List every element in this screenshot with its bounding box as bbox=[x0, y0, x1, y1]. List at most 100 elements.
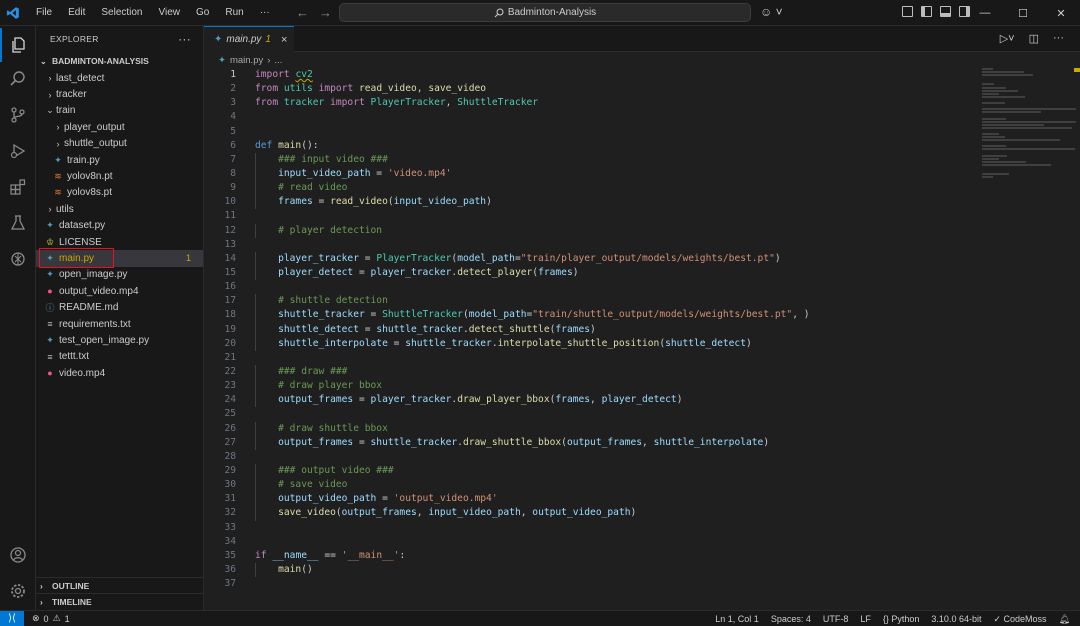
source-control-icon[interactable] bbox=[0, 98, 36, 132]
activity-bar bbox=[0, 26, 36, 610]
code-token: = bbox=[353, 436, 371, 448]
account-icon[interactable] bbox=[0, 538, 36, 572]
code-token: model_path bbox=[457, 252, 515, 264]
openai-chat-icon[interactable] bbox=[0, 242, 36, 276]
code-token: ) bbox=[486, 196, 492, 208]
tree-file[interactable]: ≡ requirements.txt bbox=[36, 316, 203, 332]
split-editor-icon[interactable]: ◫ bbox=[1029, 32, 1039, 45]
code-token: player_detect bbox=[278, 266, 354, 278]
vscode-logo-icon[interactable] bbox=[0, 0, 26, 26]
run-debug-icon[interactable] bbox=[0, 134, 36, 168]
code-token: read_video bbox=[359, 83, 417, 95]
tree-folder[interactable]: › utils bbox=[36, 201, 203, 217]
language-mode[interactable]: {} Python bbox=[883, 614, 920, 624]
more-actions-icon[interactable]: ··· bbox=[178, 32, 191, 46]
copilot-icon[interactable]: ☺ ˅ bbox=[760, 5, 783, 19]
extensions-icon[interactable] bbox=[0, 170, 36, 204]
timeline-section[interactable]: › TIMELINE bbox=[36, 593, 204, 609]
breadcrumb-file[interactable]: main.py bbox=[230, 55, 263, 66]
command-center-search[interactable]: Badminton-Analysis bbox=[339, 3, 751, 22]
code-token: player_tracker bbox=[370, 394, 452, 406]
tree-file[interactable]: ● video.mp4 bbox=[36, 365, 203, 381]
file-tree: › last_detect › tracker ⌄ train › player_output… bbox=[36, 70, 203, 381]
forward-arrow-icon[interactable]: → bbox=[319, 5, 332, 20]
explorer-title: EXPLORER bbox=[50, 34, 99, 44]
tree-file[interactable]: ✦ dataset.py bbox=[36, 218, 203, 234]
manage-gear-icon[interactable] bbox=[0, 574, 36, 608]
maximize-icon[interactable]: ☐ bbox=[1004, 0, 1042, 26]
menu-more[interactable]: ··· bbox=[252, 0, 278, 26]
remote-indicator-icon[interactable]: ⟩⟨ bbox=[0, 610, 24, 626]
tree-file[interactable]: ✦ train.py bbox=[36, 152, 203, 168]
end-of-line[interactable]: LF bbox=[860, 614, 871, 624]
notifications-bell-icon[interactable]: 🔔︎ bbox=[1059, 614, 1070, 625]
line-number: 25 bbox=[224, 408, 236, 420]
menu-file[interactable]: File bbox=[28, 0, 60, 26]
run-python-file-icon[interactable]: ▷˅ bbox=[1000, 32, 1015, 45]
code-token: input_video_path bbox=[393, 196, 487, 208]
code-token: ) bbox=[572, 266, 579, 278]
menu-view[interactable]: View bbox=[151, 0, 189, 26]
code-text: ### output video ### bbox=[255, 464, 394, 478]
indentation[interactable]: Spaces: 4 bbox=[771, 614, 811, 624]
tab-main-py[interactable]: ✦ main.py 1 × bbox=[204, 26, 294, 52]
tree-file[interactable]: ⓘ README.md bbox=[36, 299, 203, 315]
editor-tab-bar: ✦ main.py 1 × ▷˅ ◫ ··· bbox=[204, 26, 1080, 52]
codemoss-status[interactable]: ✓ CodeMoss bbox=[993, 614, 1046, 625]
tree-file[interactable]: ✦ main.py 1 bbox=[36, 248, 203, 269]
python-file-icon: ✦ bbox=[54, 154, 62, 165]
search-view-icon[interactable] bbox=[0, 62, 36, 96]
tree-file[interactable]: ✦ test_open_image.py bbox=[36, 332, 203, 348]
minimap-row bbox=[982, 68, 993, 70]
minimap[interactable] bbox=[982, 68, 1078, 179]
code-token: = bbox=[312, 196, 331, 208]
tree-file[interactable]: ≡ tettt.txt bbox=[36, 349, 203, 365]
cursor-position[interactable]: Ln 1, Col 1 bbox=[715, 614, 759, 624]
tree-folder[interactable]: › player_output bbox=[36, 119, 203, 135]
code-text: from utils import read_video, save_video bbox=[255, 82, 486, 96]
code-token: import bbox=[318, 83, 354, 95]
outline-section[interactable]: › OUTLINE bbox=[36, 577, 204, 593]
toggle-panel-icon[interactable] bbox=[940, 6, 951, 17]
tree-file[interactable]: ≋ yolov8n.pt bbox=[36, 168, 203, 184]
tree-folder[interactable]: › last_detect bbox=[36, 70, 203, 86]
tree-folder[interactable]: › shuttle_output bbox=[36, 136, 203, 152]
tree-file[interactable]: ≋ yolov8s.pt bbox=[36, 185, 203, 201]
menu-selection[interactable]: Selection bbox=[93, 0, 150, 26]
problems-indicator[interactable]: ⊗ 0 ⚠ 1 bbox=[32, 613, 70, 624]
toggle-primary-sidebar-icon[interactable] bbox=[921, 6, 932, 17]
menu-run[interactable]: Run bbox=[217, 0, 251, 26]
tree-file[interactable]: ● output_video.mp4 bbox=[36, 283, 203, 299]
python-interpreter[interactable]: 3.10.0 64-bit bbox=[931, 614, 981, 624]
tree-item-label: last_detect bbox=[56, 72, 105, 84]
back-arrow-icon[interactable]: ← bbox=[296, 5, 309, 20]
codemoss-label: CodeMoss bbox=[1003, 613, 1047, 624]
minimap-row bbox=[982, 86, 1007, 89]
customize-layout-icon[interactable] bbox=[902, 6, 913, 17]
tree-folder[interactable]: › tracker bbox=[36, 86, 203, 102]
code-line: 26 # draw shuttle bbox bbox=[204, 421, 980, 436]
close-window-icon[interactable]: ✕ bbox=[1042, 0, 1080, 26]
code-editor[interactable]: 1 import cv2 2 from utils import read_video… bbox=[204, 68, 980, 598]
code-line: 1 import cv2 bbox=[204, 68, 980, 82]
line-number: 33 bbox=[224, 521, 236, 533]
testing-flask-icon[interactable] bbox=[0, 206, 36, 240]
explorer-icon[interactable] bbox=[0, 28, 36, 62]
close-tab-icon[interactable]: × bbox=[281, 34, 287, 46]
menu-edit[interactable]: Edit bbox=[60, 0, 93, 26]
breadcrumb-symbol[interactable]: ... bbox=[274, 55, 282, 66]
menu-go[interactable]: Go bbox=[188, 0, 217, 26]
tree-file[interactable]: ✦ open_image.py bbox=[36, 267, 203, 283]
encoding[interactable]: UTF-8 bbox=[823, 614, 849, 624]
line-number: 13 bbox=[224, 238, 236, 250]
editor-more-actions-icon[interactable]: ··· bbox=[1053, 32, 1064, 45]
tree-item-label: shuttle_output bbox=[64, 138, 127, 150]
indent-guide bbox=[255, 322, 256, 337]
code-token: # shuttle detection bbox=[278, 295, 388, 307]
tree-folder[interactable]: ⌄ train bbox=[36, 103, 203, 119]
minimize-icon[interactable]: — bbox=[966, 0, 1004, 26]
chevron-right-icon: › bbox=[48, 73, 52, 84]
line-number: 23 bbox=[224, 380, 236, 392]
workspace-root[interactable]: ⌄ BADMINTON-ANALYSIS bbox=[36, 52, 203, 70]
python-file-icon: ✦ bbox=[218, 55, 226, 66]
